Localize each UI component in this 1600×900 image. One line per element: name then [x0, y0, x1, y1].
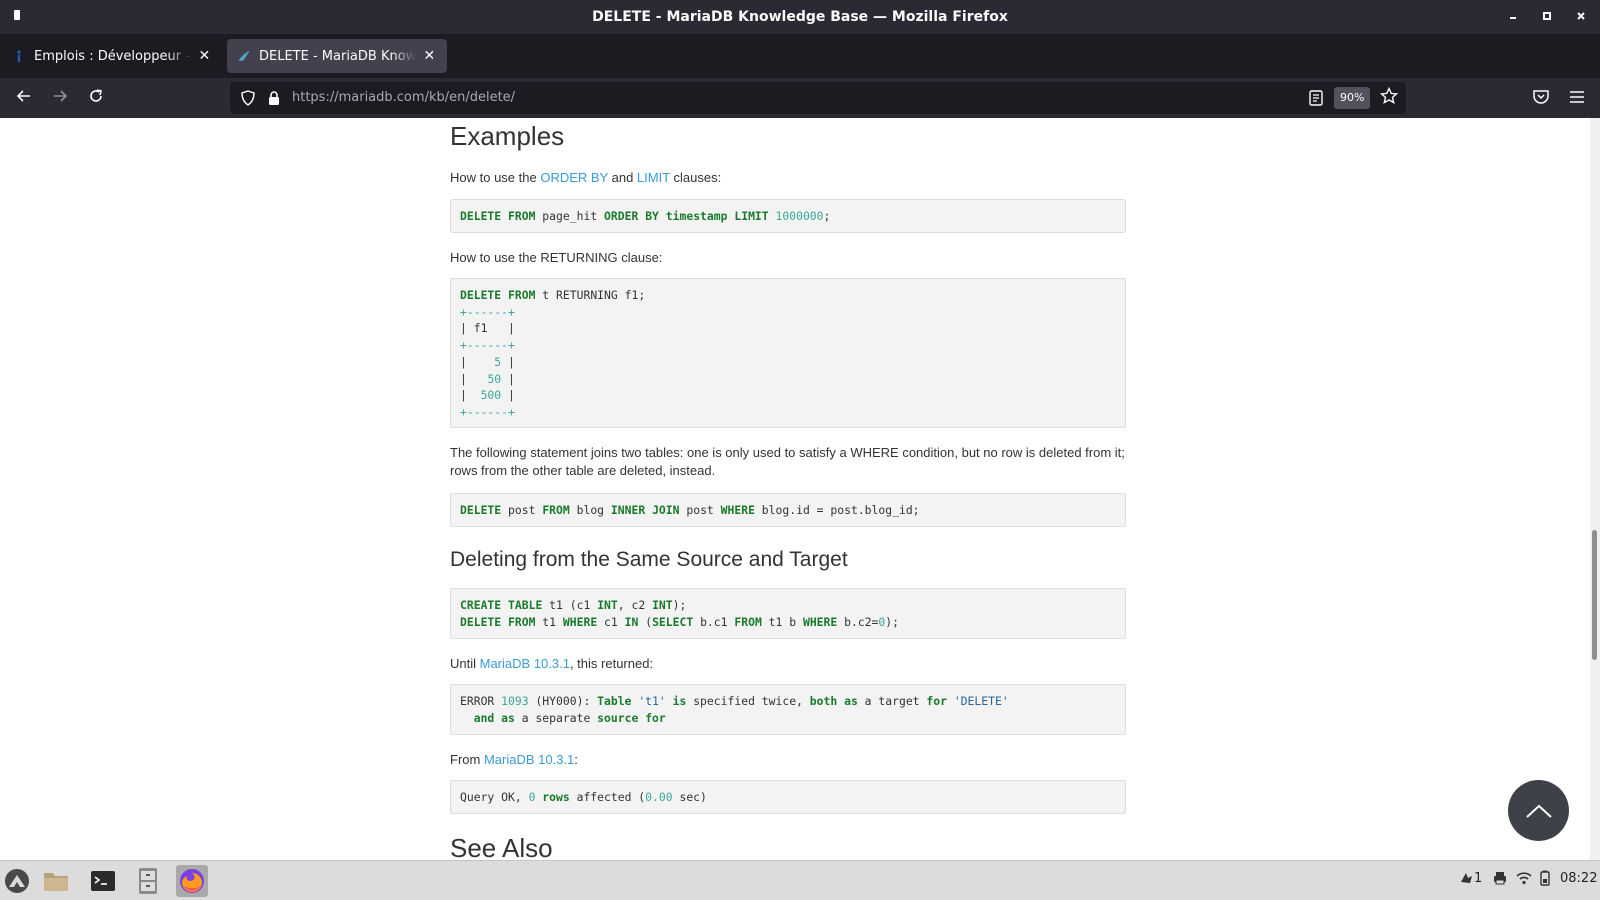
pocket-icon[interactable]: [1532, 88, 1550, 111]
heading-see-also: See Also: [450, 833, 553, 860]
zoom-level-button[interactable]: 90%: [1334, 87, 1371, 109]
code-block-same-source: CREATE TABLE t1 (c1 INT, c2 INT); DELETE…: [450, 588, 1126, 639]
close-tab-icon[interactable]: ✕: [422, 48, 437, 64]
text: :: [574, 752, 578, 767]
archive-manager-icon[interactable]: [132, 865, 164, 897]
code-block-returning: DELETE FROM t RETURNING f1; +------+ | f…: [450, 278, 1126, 428]
maximize-button[interactable]: [1538, 8, 1556, 26]
star-icon[interactable]: [1379, 86, 1399, 110]
window-title: DELETE - MariaDB Knowledge Base — Mozill…: [592, 9, 1008, 25]
heading-same-source-target: Deleting from the Same Source and Target: [450, 548, 848, 571]
limit-link[interactable]: LIMIT: [637, 170, 670, 185]
paragraph-returning: How to use the RETURNING clause:: [450, 250, 663, 265]
paragraph-join-explanation: The following statement joins two tables…: [450, 445, 1125, 478]
window-titlebar: DELETE - MariaDB Knowledge Base — Mozill…: [0, 0, 1600, 34]
text: From: [450, 752, 484, 767]
page-scrollbar[interactable]: [1590, 118, 1600, 860]
tab-label: Emplois : Développeur - 14: [34, 48, 191, 64]
mariadb-10-3-1-link[interactable]: MariaDB 10.3.1: [484, 752, 574, 767]
firefox-icon[interactable]: [176, 865, 208, 897]
reader-view-icon[interactable]: [1308, 89, 1324, 112]
terminal-icon[interactable]: [87, 865, 119, 897]
paragraph-until-version: Until MariaDB 10.3.1, this returned:: [450, 655, 1126, 673]
clock[interactable]: 08:22: [1560, 871, 1597, 886]
job-site-favicon-icon: [12, 49, 26, 63]
system-taskbar: 1 08:22: [0, 860, 1600, 900]
url-host: https://mariadb.com: [292, 90, 425, 105]
navigation-toolbar: https://mariadb.com/kb/en/delete/ 90%: [0, 78, 1600, 118]
chevron-up-icon: [1525, 804, 1552, 818]
url-text[interactable]: https://mariadb.com/kb/en/delete/: [292, 90, 515, 105]
scrollbar-thumb[interactable]: [1592, 530, 1597, 660]
page-viewport: Examples How to use the ORDER BY and LIM…: [0, 118, 1590, 860]
back-to-top-button[interactable]: [1508, 780, 1569, 841]
heading-examples: Examples: [450, 121, 565, 151]
close-tab-icon[interactable]: ✕: [197, 48, 212, 64]
lock-icon[interactable]: [266, 90, 282, 111]
code-block-query-ok: Query OK, 0 rows affected (0.00 sec): [450, 780, 1126, 814]
text: , this returned:: [569, 656, 654, 671]
tab-emplois[interactable]: Emplois : Développeur - 14 ✕: [2, 39, 222, 73]
mariadb-10-3-1-link[interactable]: MariaDB 10.3.1: [480, 656, 570, 671]
start-menu-icon[interactable]: [1, 865, 33, 897]
text: and: [608, 170, 637, 185]
close-window-button[interactable]: [1572, 8, 1590, 26]
text: Until: [450, 656, 480, 671]
url-path: /kb/en/delete/: [424, 90, 516, 105]
window-menu-icon[interactable]: [14, 10, 20, 20]
code-block-join: DELETE post FROM blog INNER JOIN post WH…: [450, 493, 1126, 527]
paragraph-from-version: From MariaDB 10.3.1:: [450, 751, 1126, 769]
tab-mariadb-delete[interactable]: DELETE - MariaDB Knowledge Base ✕: [227, 39, 447, 73]
text: How to use the: [450, 170, 541, 185]
printer-icon[interactable]: [1492, 870, 1508, 890]
arrow-right-icon[interactable]: [48, 86, 72, 110]
paragraph-order-by-limit: How to use the ORDER BY and LIMIT clause…: [450, 169, 1126, 187]
order-by-link[interactable]: ORDER BY: [540, 170, 608, 185]
hamburger-menu-icon[interactable]: [1568, 88, 1586, 111]
text: clauses:: [669, 170, 722, 185]
reload-icon[interactable]: [84, 86, 108, 110]
tab-label: DELETE - MariaDB Knowledge Base: [259, 48, 416, 64]
tab-strip: Emplois : Développeur - 14 ✕ DELETE - Ma…: [0, 34, 1600, 101]
code-block-error: ERROR 1093 (HY000): Table 't1' is specif…: [450, 684, 1126, 735]
url-bar[interactable]: https://mariadb.com/kb/en/delete/ 90%: [230, 82, 1406, 114]
tracking-protection-icon[interactable]: [240, 90, 256, 111]
notifications-icon[interactable]: [1458, 870, 1474, 890]
file-manager-icon[interactable]: [40, 865, 72, 897]
minimize-button[interactable]: [1504, 8, 1522, 26]
notification-count: 1: [1474, 871, 1483, 886]
code-block-order-by: DELETE FROM page_hit ORDER BY timestamp …: [450, 199, 1126, 233]
arrow-left-icon[interactable]: [12, 86, 36, 110]
wifi-icon[interactable]: [1516, 870, 1532, 890]
mariadb-favicon-icon: [237, 49, 251, 63]
battery-icon[interactable]: [1538, 870, 1552, 890]
